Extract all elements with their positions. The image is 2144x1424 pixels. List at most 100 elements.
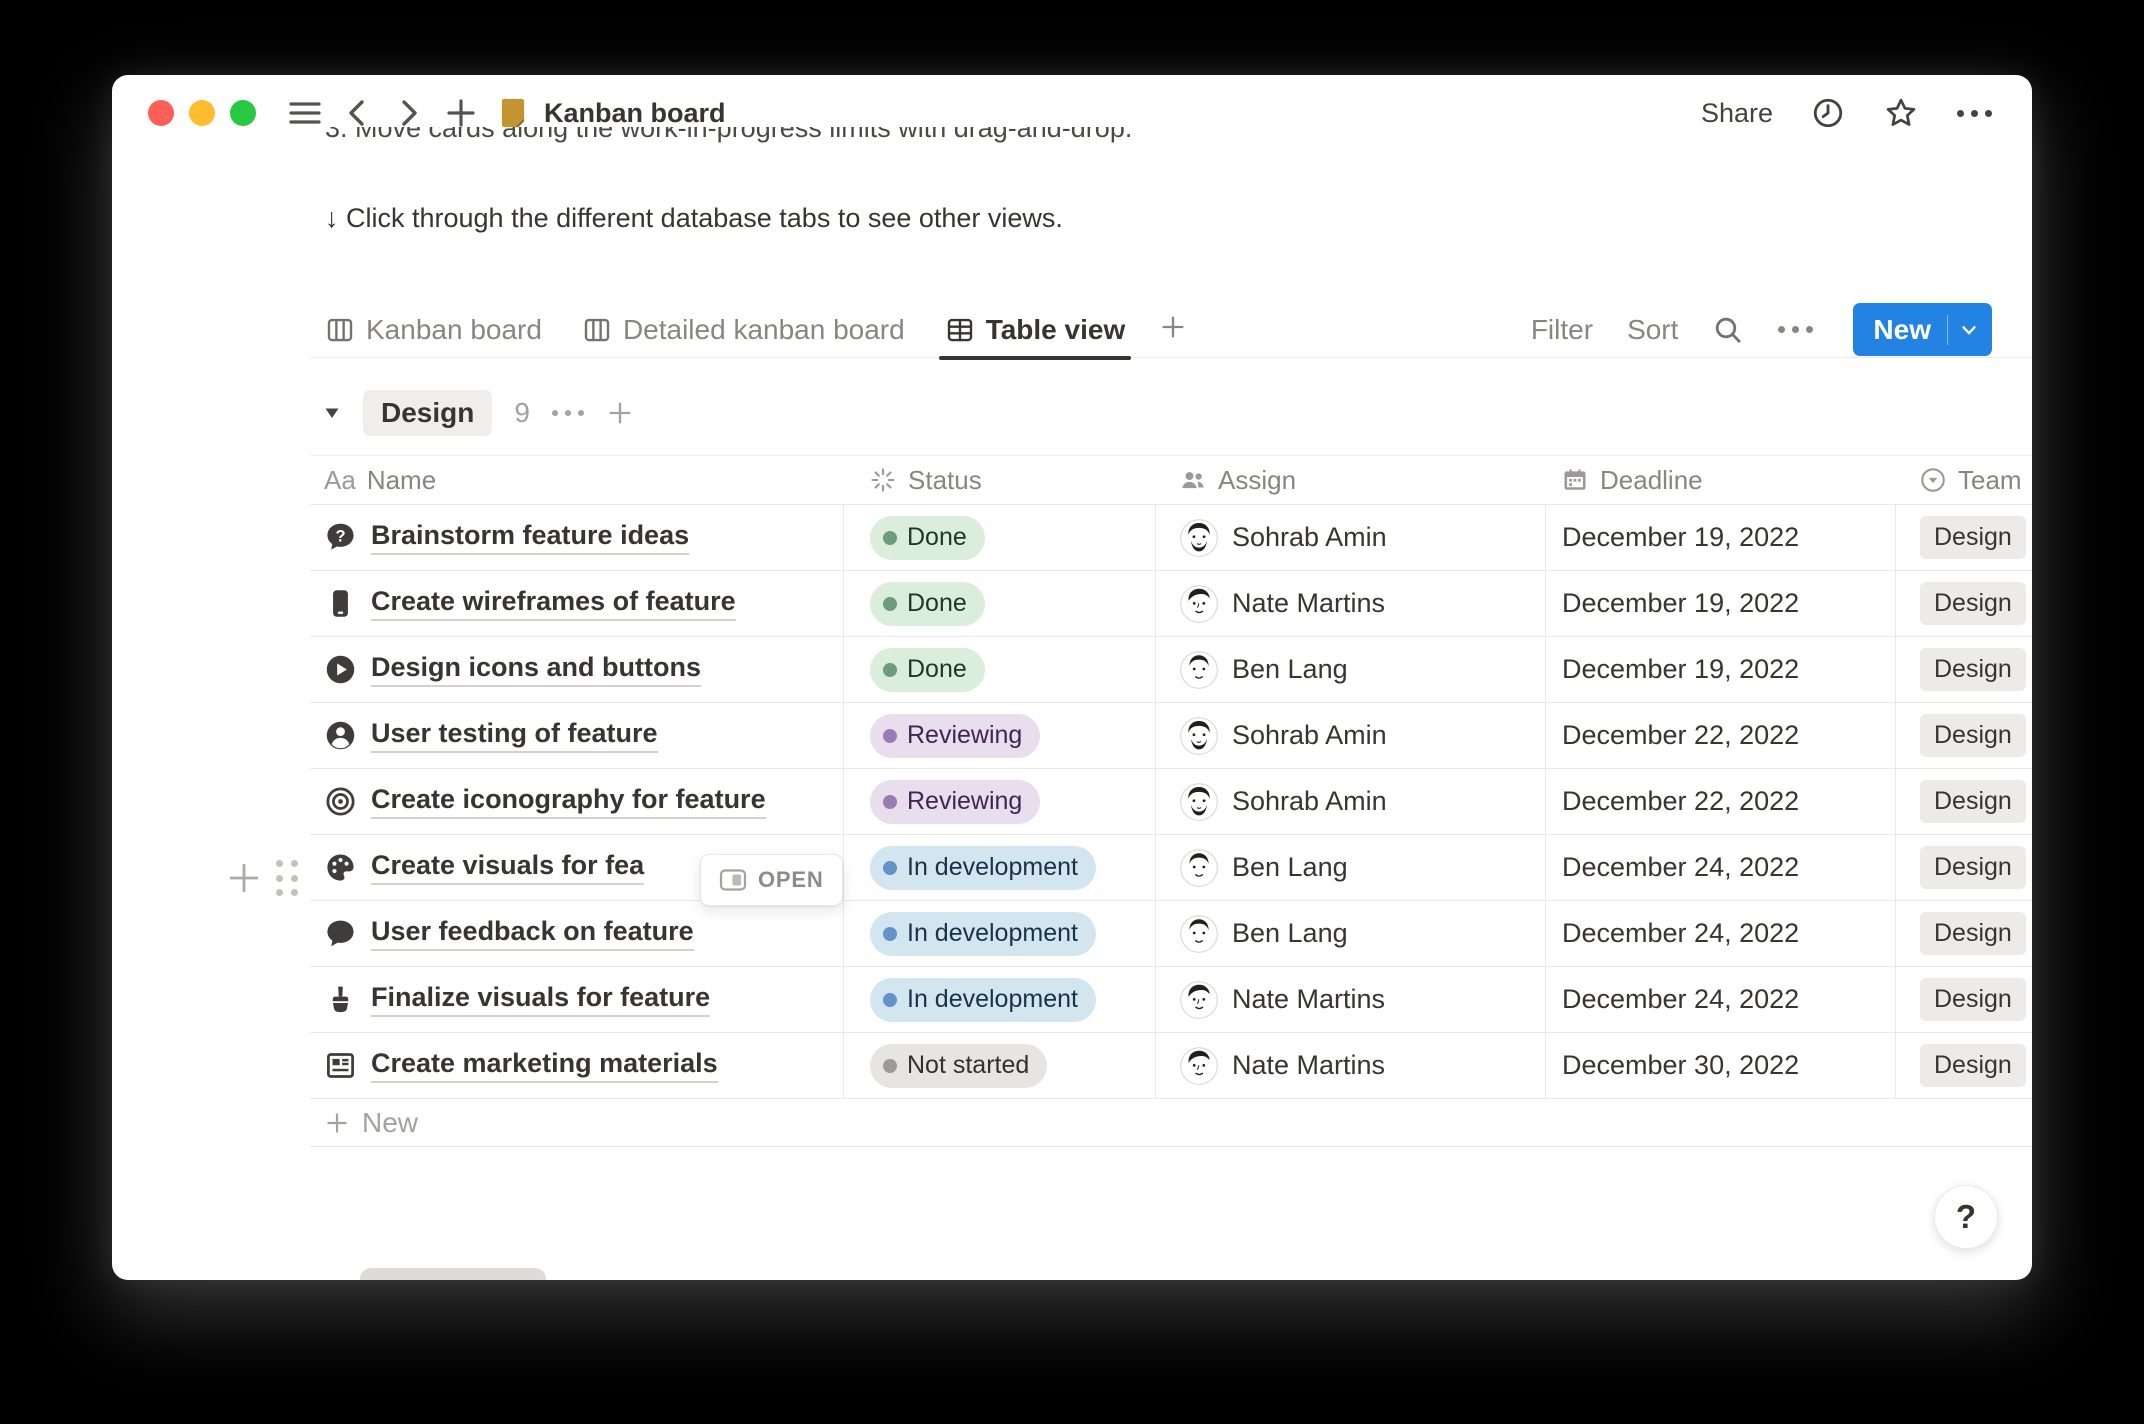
help-button[interactable]: ? — [1934, 1185, 1998, 1249]
team-cell[interactable]: Design — [1895, 967, 2032, 1032]
column-header-deadline[interactable]: Deadline — [1545, 456, 1895, 504]
deadline-date: December 19, 2022 — [1562, 522, 1800, 552]
deadline-date: December 19, 2022 — [1562, 654, 1800, 684]
calendar-icon — [1561, 466, 1589, 494]
assign-cell[interactable]: Nate Martins — [1155, 1033, 1545, 1098]
task-name-link[interactable]: Brainstorm feature ideas — [371, 520, 690, 555]
add-view-icon[interactable] — [1159, 313, 1187, 346]
assignee-name: Sohrab Amin — [1232, 720, 1387, 750]
team-cell[interactable]: Design — [1895, 637, 2032, 702]
status-pill: In development — [870, 977, 1096, 1022]
close-button[interactable] — [148, 100, 174, 126]
task-name-link[interactable]: Create wireframes of feature — [371, 586, 736, 621]
status-cell[interactable]: Done — [843, 637, 1155, 702]
team-cell[interactable]: Design — [1895, 835, 2032, 900]
assign-cell[interactable]: Sohrab Amin — [1155, 769, 1545, 834]
column-header-status[interactable]: Status — [843, 456, 1155, 504]
task-name-link[interactable]: Finalize visuals for feature — [371, 982, 711, 1017]
deadline-cell[interactable]: December 24, 2022 — [1545, 835, 1895, 900]
assign-cell[interactable]: Ben Lang — [1155, 637, 1545, 702]
status-cell[interactable]: Not started — [843, 1033, 1155, 1098]
task-name-link[interactable]: Design icons and buttons — [371, 652, 702, 687]
team-cell[interactable]: Design — [1895, 571, 2032, 636]
triangle-down-icon[interactable] — [323, 404, 341, 422]
name-cell[interactable]: ? Brainstorm feature ideas — [310, 505, 843, 570]
avatar — [1180, 914, 1218, 953]
status-cell[interactable]: In development — [843, 967, 1155, 1032]
status-cell[interactable]: In development — [843, 901, 1155, 966]
sidebar-toggle-icon[interactable] — [286, 94, 324, 132]
column-header-assign[interactable]: Assign — [1155, 456, 1545, 504]
assign-cell[interactable]: Ben Lang — [1155, 901, 1545, 966]
assign-cell[interactable]: Nate Martins — [1155, 967, 1545, 1032]
avatar — [1180, 782, 1218, 821]
star-icon[interactable] — [1883, 95, 1919, 131]
drag-handle-icon[interactable] — [270, 857, 304, 899]
task-name-link[interactable]: Create visuals for fea — [371, 850, 645, 885]
mobile-phone-icon — [324, 587, 357, 620]
tab-table-view[interactable]: Table view — [938, 301, 1131, 360]
tab-kanban-board[interactable]: Kanban board — [325, 301, 542, 358]
search-icon[interactable] — [1712, 314, 1744, 346]
team-cell[interactable]: Design — [1895, 703, 2032, 768]
chevron-down-icon[interactable] — [1958, 319, 1980, 341]
deadline-cell[interactable]: December 24, 2022 — [1545, 967, 1895, 1032]
status-burst-icon — [869, 466, 897, 494]
table-header: Aa Name Status Assign Deadline Team — [310, 455, 2032, 505]
task-name-link[interactable]: User testing of feature — [371, 718, 658, 753]
deadline-cell[interactable]: December 19, 2022 — [1545, 505, 1895, 570]
new-button[interactable]: New — [1853, 303, 1992, 356]
task-name-link[interactable]: Create marketing materials — [371, 1048, 718, 1083]
group-add-icon[interactable] — [606, 399, 634, 427]
task-name-link[interactable]: Create iconography for feature — [371, 784, 766, 819]
table-row: Create wireframes of feature Done Nate M… — [310, 571, 2032, 637]
group-more-icon[interactable] — [551, 410, 584, 416]
team-cell[interactable]: Design — [1895, 901, 2032, 966]
row-add-icon[interactable] — [224, 858, 264, 898]
status-cell[interactable]: Done — [843, 505, 1155, 570]
task-name-link[interactable]: User feedback on feature — [371, 916, 694, 951]
name-cell[interactable]: Create marketing materials — [310, 1033, 843, 1098]
deadline-cell[interactable]: December 24, 2022 — [1545, 901, 1895, 966]
status-pill: Done — [870, 581, 985, 626]
assign-cell[interactable]: Nate Martins — [1155, 571, 1545, 636]
team-tag: Design — [1920, 780, 2026, 823]
column-header-name[interactable]: Aa Name — [310, 456, 843, 504]
minimize-button[interactable] — [189, 100, 215, 126]
assign-cell[interactable]: Ben Lang — [1155, 835, 1545, 900]
name-cell[interactable]: User testing of feature — [310, 703, 843, 768]
open-button[interactable]: OPEN — [700, 854, 843, 906]
team-cell[interactable]: Design — [1895, 1033, 2032, 1098]
filter-button[interactable]: Filter — [1531, 314, 1593, 346]
name-cell[interactable]: Design icons and buttons — [310, 637, 843, 702]
zoom-button[interactable] — [230, 100, 256, 126]
name-cell[interactable]: Finalize visuals for feature — [310, 967, 843, 1032]
new-row-button[interactable]: New — [310, 1099, 2032, 1147]
more-icon[interactable] — [1957, 109, 1992, 117]
history-icon[interactable] — [1811, 96, 1845, 130]
status-cell[interactable]: In development — [843, 835, 1155, 900]
view-more-icon[interactable] — [1778, 326, 1814, 333]
name-cell[interactable]: User feedback on feature — [310, 901, 843, 966]
tab-detailed-kanban-board[interactable]: Detailed kanban board — [582, 301, 905, 358]
status-cell[interactable]: Done — [843, 571, 1155, 636]
deadline-cell[interactable]: December 19, 2022 — [1545, 637, 1895, 702]
newspaper-icon — [324, 1049, 357, 1082]
status-cell[interactable]: Reviewing — [843, 703, 1155, 768]
deadline-cell[interactable]: December 22, 2022 — [1545, 703, 1895, 768]
deadline-cell[interactable]: December 30, 2022 — [1545, 1033, 1895, 1098]
deadline-cell[interactable]: December 19, 2022 — [1545, 571, 1895, 636]
assign-cell[interactable]: Sohrab Amin — [1155, 703, 1545, 768]
team-cell[interactable]: Design — [1895, 769, 2032, 834]
share-button[interactable]: Share — [1701, 98, 1773, 129]
deadline-cell[interactable]: December 22, 2022 — [1545, 769, 1895, 834]
assign-cell[interactable]: Sohrab Amin — [1155, 505, 1545, 570]
group-name-tag[interactable]: Design — [363, 390, 493, 436]
column-header-team[interactable]: Team — [1895, 456, 2032, 504]
status-cell[interactable]: Reviewing — [843, 769, 1155, 834]
name-cell[interactable]: Create iconography for feature — [310, 769, 843, 834]
team-cell[interactable]: Design — [1895, 505, 2032, 570]
sort-button[interactable]: Sort — [1627, 314, 1678, 346]
question-bubble-icon: ? — [324, 521, 357, 554]
name-cell[interactable]: Create wireframes of feature — [310, 571, 843, 636]
